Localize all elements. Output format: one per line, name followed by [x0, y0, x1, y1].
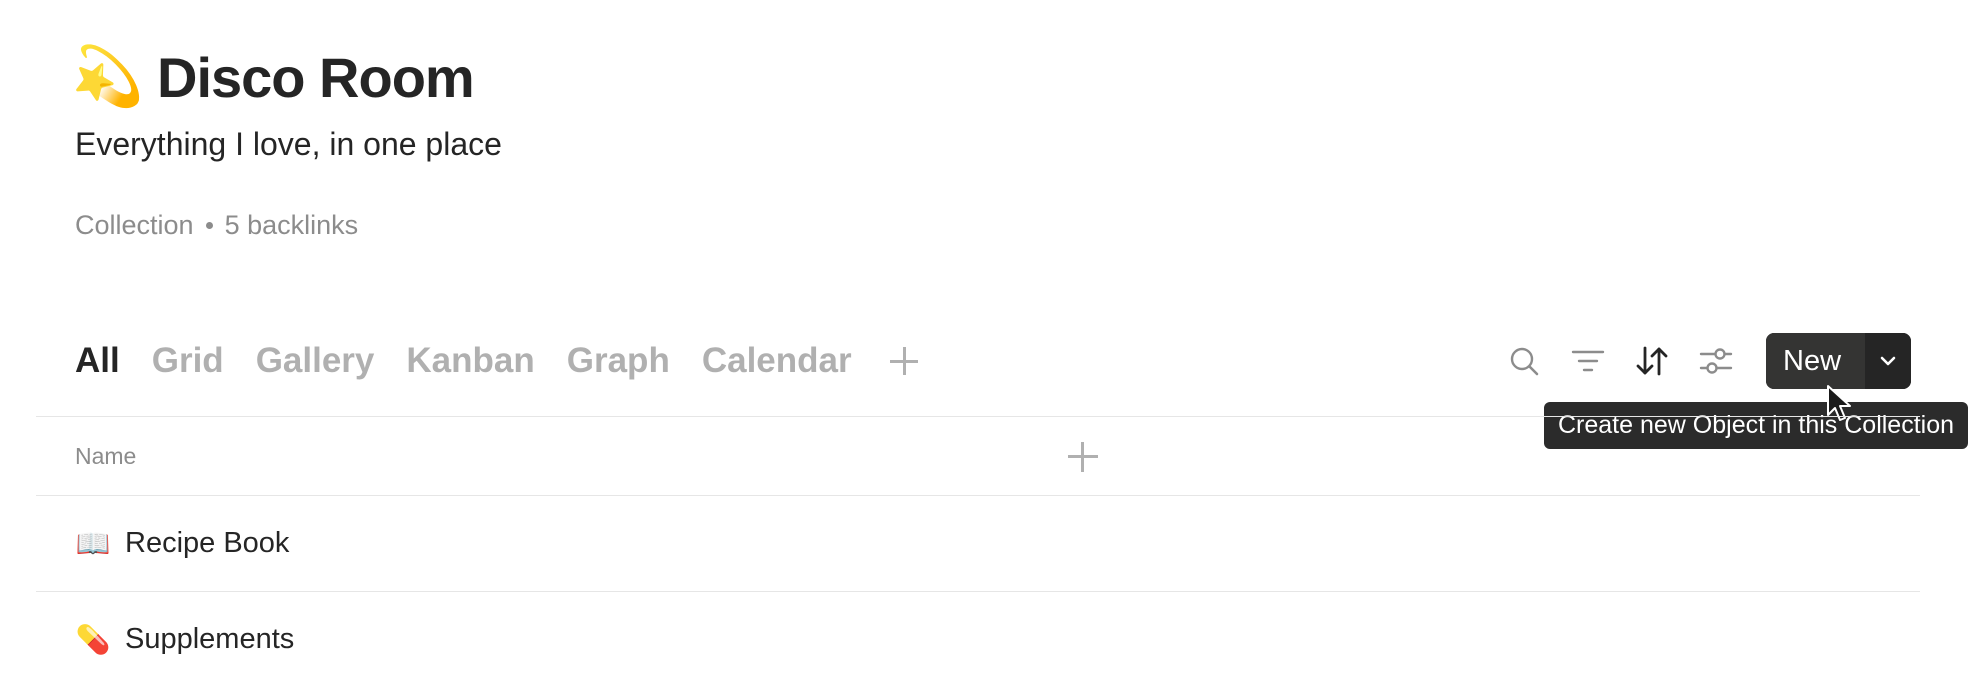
search-button[interactable] [1492, 333, 1556, 389]
new-object-button[interactable]: New [1766, 333, 1866, 389]
name-cell[interactable]: 📖 Recipe Book [36, 527, 290, 560]
name-cell[interactable]: 💊 Supplements [36, 623, 295, 656]
page-title[interactable]: Disco Room [157, 45, 475, 110]
page-description[interactable]: Everything I love, in one place [75, 126, 502, 163]
view-tabs: All Grid Gallery Kanban Graph Calendar [75, 338, 920, 384]
page-meta: Collection 5 backlinks [75, 210, 358, 241]
settings-sliders-icon [1699, 348, 1733, 374]
add-view-plus-icon[interactable] [888, 345, 920, 377]
table-header-row: Name [36, 416, 1920, 495]
chevron-down-icon [1880, 356, 1896, 366]
collection-toolbar: New [1492, 333, 1912, 389]
filter-button[interactable] [1556, 333, 1620, 389]
filter-icon [1571, 350, 1605, 372]
sort-button[interactable] [1620, 333, 1684, 389]
search-icon [1510, 347, 1539, 376]
tab-kanban[interactable]: Kanban [406, 338, 534, 384]
object-type-label[interactable]: Collection [75, 210, 194, 241]
tab-graph[interactable]: Graph [567, 338, 670, 384]
column-header-name[interactable]: Name [36, 443, 136, 470]
row-name[interactable]: Supplements [125, 623, 294, 656]
add-column-plus-icon[interactable] [1068, 442, 1098, 472]
tab-gallery[interactable]: Gallery [256, 338, 375, 384]
sort-icon [1636, 346, 1668, 376]
page-header: 💫 Disco Room [72, 44, 475, 110]
pill-icon: 💊 [75, 624, 111, 655]
tab-calendar[interactable]: Calendar [702, 338, 852, 384]
separator-dot [205, 222, 213, 229]
table-row[interactable]: 💊 Supplements [36, 591, 1920, 687]
table-row[interactable]: 📖 Recipe Book [36, 495, 1920, 591]
tab-grid[interactable]: Grid [152, 338, 224, 384]
view-settings-button[interactable] [1684, 333, 1748, 389]
row-name[interactable]: Recipe Book [125, 527, 289, 560]
new-object-dropdown-button[interactable] [1865, 333, 1912, 389]
collection-table: Name 📖 Recipe Book 💊 Supplements [36, 416, 1920, 687]
new-object-button-group: New [1766, 333, 1912, 389]
tab-all[interactable]: All [75, 338, 120, 384]
backlinks-link[interactable]: 5 backlinks [225, 210, 359, 241]
book-icon: 📖 [75, 528, 111, 559]
page-emoji-icon[interactable]: 💫 [72, 44, 144, 110]
